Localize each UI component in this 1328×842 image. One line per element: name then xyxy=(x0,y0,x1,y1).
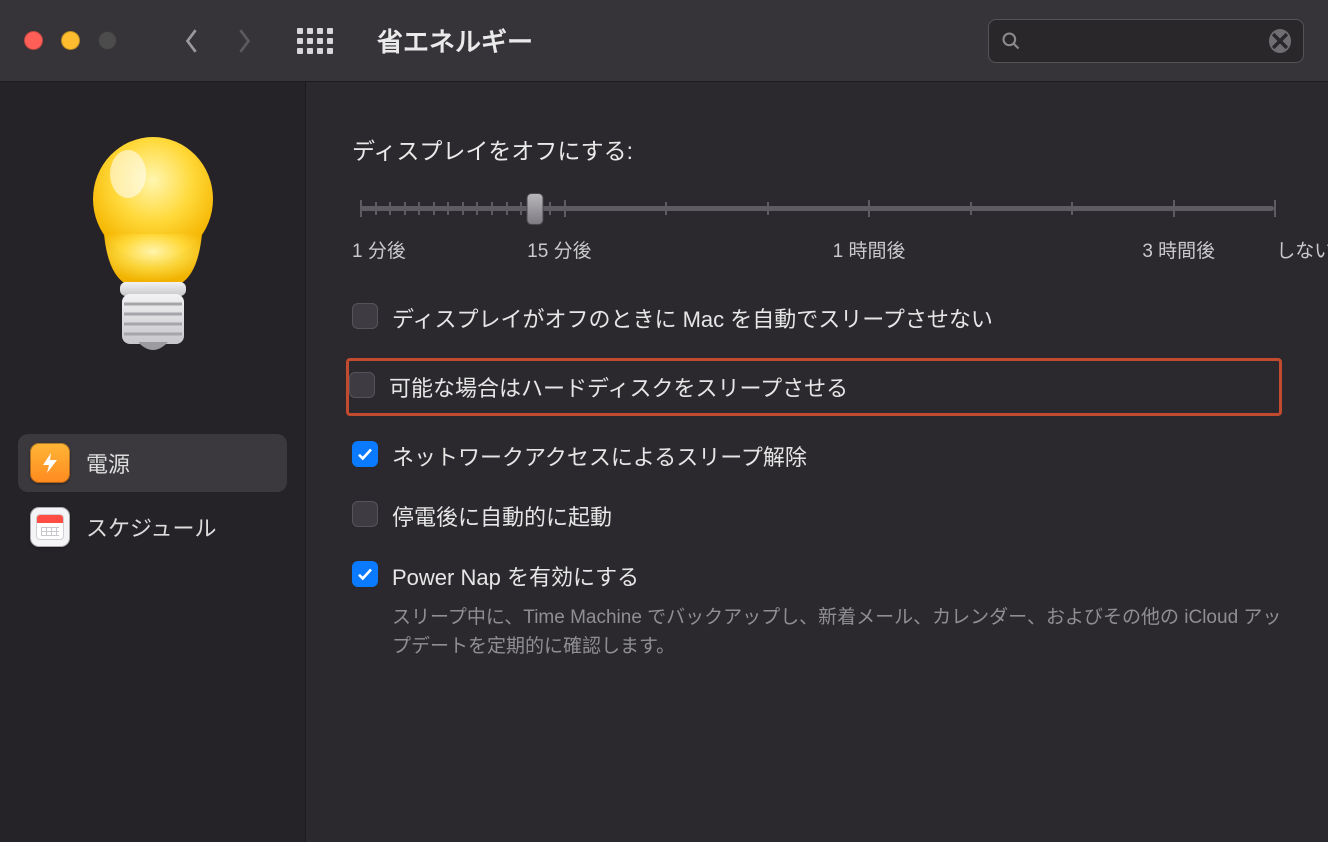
sidebar-item-label: 電源 xyxy=(86,447,130,479)
minimize-window-button[interactable] xyxy=(61,31,80,50)
option-description: スリープ中に、Time Machine でバックアップし、新着メール、カレンダー… xyxy=(392,604,1282,661)
option-row: 停電後に自動的に起動 xyxy=(352,496,1282,536)
checkbox[interactable] xyxy=(352,501,378,527)
option-row: ディスプレイがオフのときに Mac を自動でスリープさせない xyxy=(352,298,1282,338)
energy-saver-icon xyxy=(0,82,305,404)
traffic-lights xyxy=(24,31,117,50)
sidebar-item-schedule[interactable]: スケジュール xyxy=(18,498,287,556)
option-label: 停電後に自動的に起動 xyxy=(392,500,612,532)
slider-thumb[interactable] xyxy=(527,193,544,225)
option-label: ディスプレイがオフのときに Mac を自動でスリープさせない xyxy=(392,302,993,334)
checkbox[interactable] xyxy=(352,441,378,467)
option-row: ネットワークアクセスによるスリープ解除 xyxy=(352,436,1282,476)
search-input[interactable] xyxy=(1029,30,1261,51)
preferences-window: 省エネルギー xyxy=(0,0,1328,842)
sidebar-item-label: スケジュール xyxy=(86,511,216,543)
sidebar-list: 電源 スケジュール xyxy=(0,404,305,586)
slider-tick-label: 15 分後 xyxy=(527,236,591,263)
slider-tick-label: 1 分後 xyxy=(352,236,406,263)
checkbox[interactable] xyxy=(352,561,378,587)
bolt-icon xyxy=(30,443,70,483)
zoom-window-button[interactable] xyxy=(98,31,117,50)
close-icon xyxy=(1269,30,1291,52)
checkbox[interactable] xyxy=(352,303,378,329)
search-field[interactable] xyxy=(988,19,1304,63)
option-label: ネットワークアクセスによるスリープ解除 xyxy=(392,440,807,472)
forward-button[interactable] xyxy=(227,24,261,58)
display-off-title: ディスプレイをオフにする: xyxy=(352,132,1282,166)
body: 電源 スケジュール ディスプレイをオフにする: 1 分後 15 分後 1 時間後 3 … xyxy=(0,82,1328,842)
grid-icon xyxy=(297,28,333,54)
search-icon xyxy=(1001,30,1021,52)
pane-title: 省エネルギー xyxy=(377,22,533,59)
close-window-button[interactable] xyxy=(24,31,43,50)
calendar-icon xyxy=(30,507,70,547)
slider-tick-label: 1 時間後 xyxy=(833,236,906,263)
titlebar: 省エネルギー xyxy=(0,0,1328,82)
option-label: 可能な場合はハードディスクをスリープさせる xyxy=(389,371,848,403)
options-list: ディスプレイがオフのときに Mac を自動でスリープさせない可能な場合はハードデ… xyxy=(352,298,1282,665)
option-row: 可能な場合はハードディスクをスリープさせる xyxy=(346,358,1282,416)
show-all-button[interactable] xyxy=(297,28,333,54)
checkbox[interactable] xyxy=(349,372,375,398)
sidebar-item-power[interactable]: 電源 xyxy=(18,434,287,492)
slider-tick-label: 3 時間後 xyxy=(1142,236,1215,263)
option-label: Power Nap を有効にする xyxy=(392,560,1282,592)
main-content: ディスプレイをオフにする: 1 分後 15 分後 1 時間後 3 時間後 しない ディス… xyxy=(306,82,1328,842)
display-sleep-slider[interactable]: 1 分後15 分後1 時間後3 時間後しない xyxy=(352,190,1282,262)
clear-search-button[interactable] xyxy=(1269,29,1291,53)
option-row: Power Nap を有効にするスリープ中に、Time Machine でバック… xyxy=(352,556,1282,665)
back-button[interactable] xyxy=(175,24,209,58)
sidebar: 電源 スケジュール xyxy=(0,82,306,842)
slider-tick-label: しない xyxy=(1276,236,1328,263)
